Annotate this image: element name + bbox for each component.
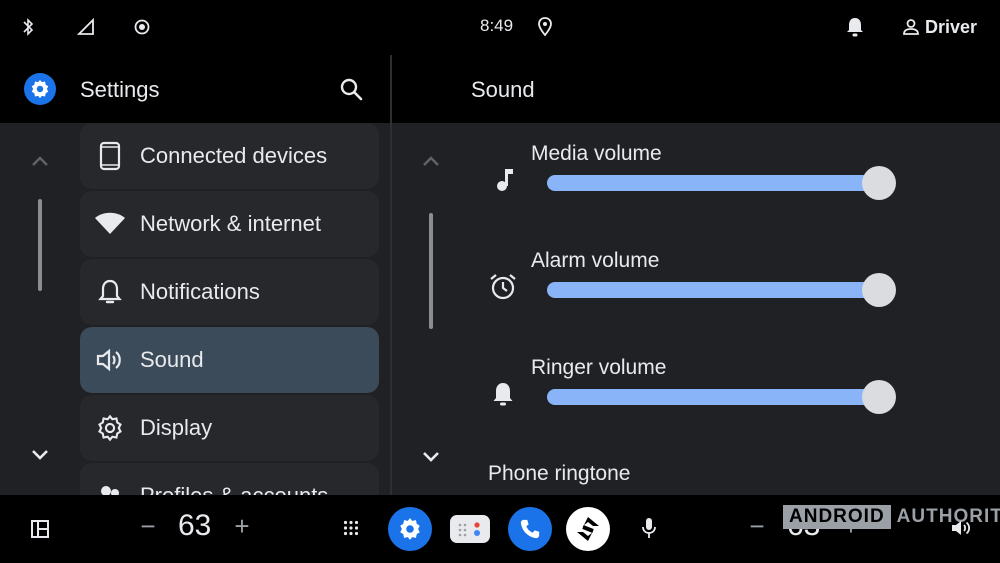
alarm-volume-slider[interactable] bbox=[547, 273, 896, 307]
volume-label: Alarm volume bbox=[531, 249, 660, 272]
phone-ringtone-item[interactable]: Phone ringtone bbox=[488, 462, 630, 486]
volume-icon[interactable] bbox=[949, 516, 973, 540]
detail-scroll-up-icon[interactable] bbox=[417, 147, 445, 175]
slider-thumb[interactable] bbox=[862, 273, 896, 307]
user-name[interactable]: Driver bbox=[925, 17, 977, 38]
left-temp-down-button[interactable]: − bbox=[137, 511, 159, 541]
ringer-volume-slider[interactable] bbox=[547, 380, 896, 414]
bell-icon bbox=[80, 259, 140, 325]
menu-item-display[interactable]: Display bbox=[80, 395, 379, 461]
menu-item-connected-devices[interactable]: Connected devices bbox=[80, 123, 379, 189]
dock-assistant-icon[interactable] bbox=[448, 507, 492, 551]
media-volume-slider[interactable] bbox=[547, 166, 896, 200]
clock: 8:49 bbox=[480, 16, 514, 35]
alarm-volume-row: Alarm volume bbox=[485, 237, 905, 317]
left-temp-up-button[interactable]: + bbox=[231, 511, 253, 541]
menu-item-network-internet[interactable]: Network & internet bbox=[80, 191, 379, 257]
right-temp-down-button[interactable]: − bbox=[746, 511, 768, 541]
scroll-down-icon[interactable] bbox=[26, 441, 54, 469]
settings-app: Settings Sound Connected devices Network… bbox=[0, 55, 1000, 495]
page-title: Settings bbox=[80, 77, 160, 102]
dock-phone-icon[interactable] bbox=[508, 507, 552, 551]
speaker-icon bbox=[80, 327, 140, 393]
location-icon bbox=[534, 16, 556, 38]
detail-title: Sound bbox=[471, 77, 535, 102]
menu-item-label: Notifications bbox=[140, 279, 260, 304]
settings-menu: Connected devices Network & internet Not… bbox=[80, 123, 380, 495]
left-temperature: 63 bbox=[178, 509, 212, 542]
music-note-icon bbox=[485, 162, 521, 198]
menu-item-sound[interactable]: Sound bbox=[80, 327, 379, 393]
settings-gear-icon bbox=[24, 73, 56, 105]
slider-fill bbox=[547, 282, 879, 298]
app-grid-icon[interactable] bbox=[340, 517, 362, 539]
scroll-up-icon[interactable] bbox=[26, 147, 54, 175]
volume-label: Media volume bbox=[531, 142, 662, 165]
bell-icon bbox=[485, 376, 521, 412]
left-pane-header: Settings bbox=[0, 55, 390, 123]
split-screen-icon[interactable] bbox=[28, 517, 52, 541]
left-scrollbar[interactable] bbox=[38, 199, 42, 291]
profiles-icon bbox=[80, 463, 140, 495]
phone-icon bbox=[80, 123, 140, 189]
signal-icon bbox=[75, 16, 97, 38]
right-pane-header: Sound bbox=[392, 55, 1000, 123]
dock-android-auto-icon[interactable] bbox=[566, 507, 610, 551]
volume-label: Ringer volume bbox=[531, 356, 667, 379]
gear-icon bbox=[80, 395, 140, 461]
menu-item-label: Network & internet bbox=[140, 211, 321, 236]
watermark-text: AUTHORITY bbox=[896, 506, 1000, 527]
alarm-clock-icon bbox=[485, 269, 521, 305]
microphone-icon[interactable] bbox=[638, 515, 660, 541]
nav-bar: − 63 + − 63 + ANDROID AUTHORITY bbox=[0, 495, 1000, 563]
pane-divider bbox=[390, 55, 392, 495]
menu-item-label: Sound bbox=[140, 347, 204, 372]
slider-thumb[interactable] bbox=[862, 380, 896, 414]
slider-fill bbox=[547, 389, 879, 405]
menu-item-label: Display bbox=[140, 415, 213, 440]
detail-scroll-down-icon[interactable] bbox=[417, 443, 445, 471]
bluetooth-icon bbox=[17, 16, 39, 38]
watermark-box-text: ANDROID bbox=[783, 505, 891, 529]
wifi-icon bbox=[80, 191, 140, 257]
menu-item-notifications[interactable]: Notifications bbox=[80, 259, 379, 325]
detail-scrollbar[interactable] bbox=[429, 213, 433, 329]
status-bar: 8:49 Driver bbox=[0, 0, 1000, 55]
slider-thumb[interactable] bbox=[862, 166, 896, 200]
dock-settings-icon[interactable] bbox=[388, 507, 432, 551]
brightness-icon bbox=[131, 16, 153, 38]
slider-fill bbox=[547, 175, 879, 191]
media-volume-row: Media volume bbox=[485, 130, 905, 210]
menu-item-label: Profiles & accounts bbox=[140, 483, 328, 495]
menu-item-label: Connected devices bbox=[140, 143, 328, 168]
menu-item-profiles-accounts[interactable]: Profiles & accounts bbox=[80, 463, 379, 495]
search-icon[interactable] bbox=[337, 75, 365, 103]
person-icon[interactable] bbox=[900, 16, 922, 38]
ringer-volume-row: Ringer volume bbox=[485, 344, 905, 424]
notification-bell-icon[interactable] bbox=[844, 16, 866, 38]
